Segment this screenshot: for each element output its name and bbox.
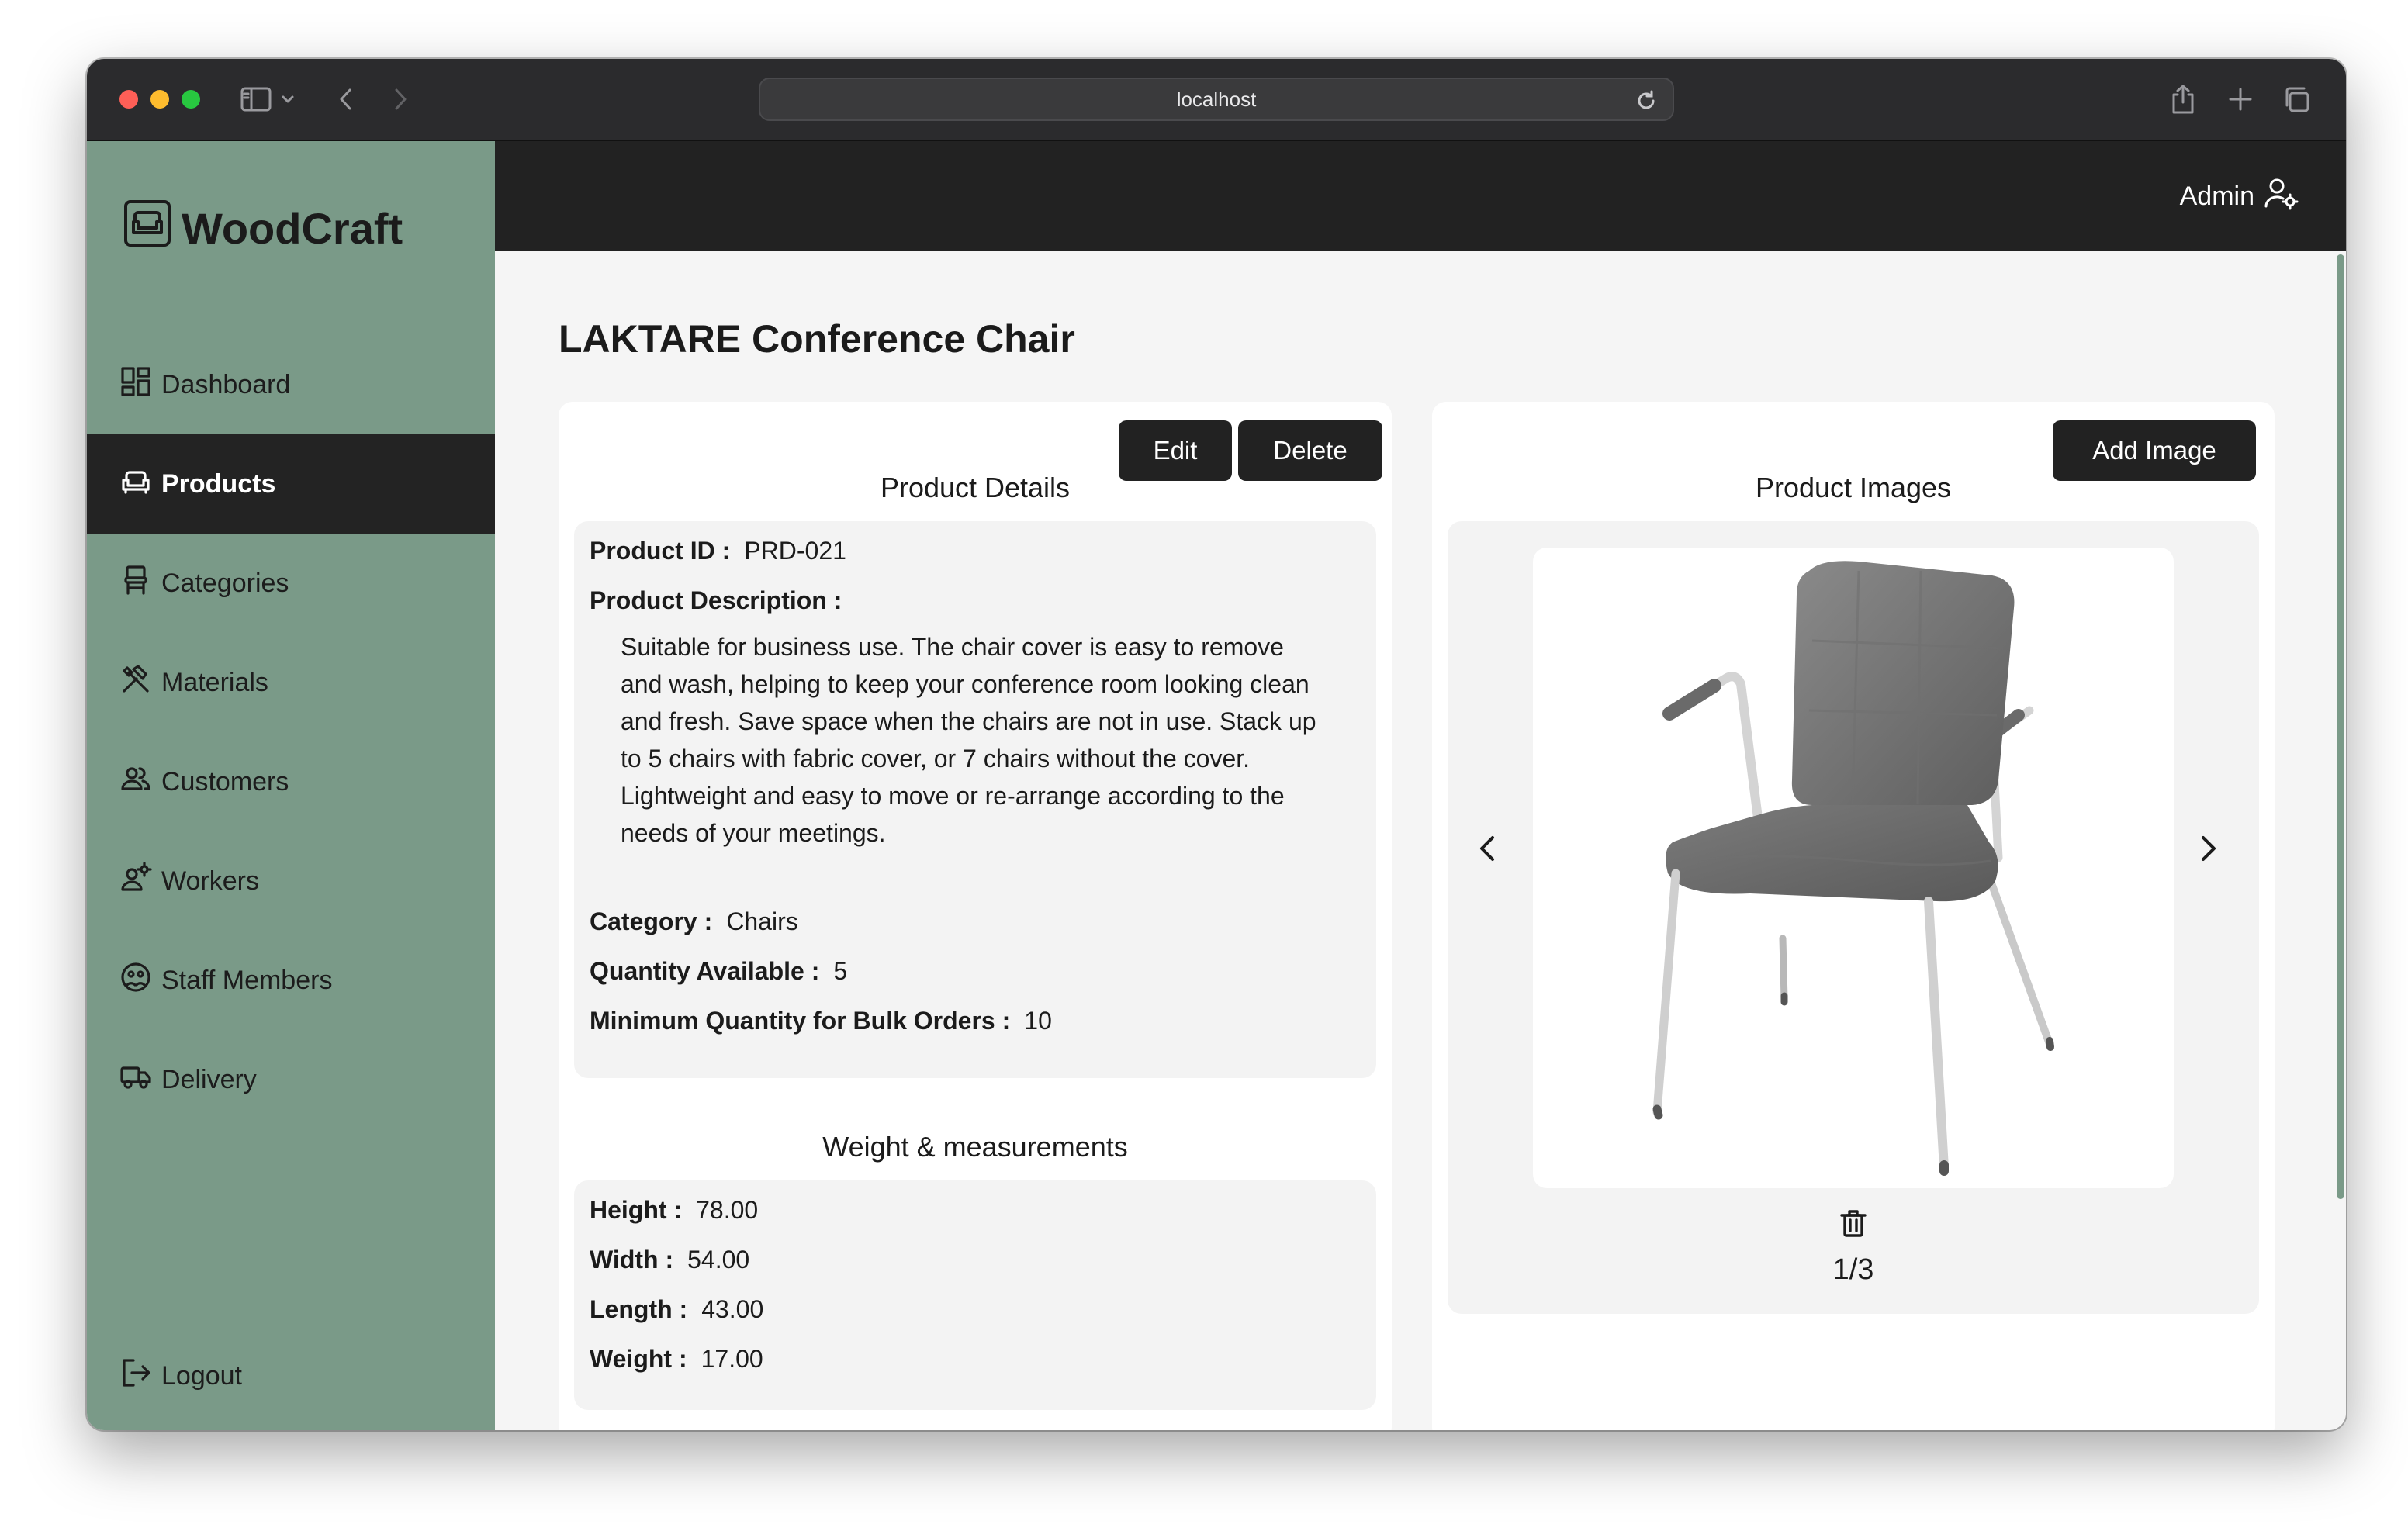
width-row: Width : 54.00: [590, 1246, 749, 1274]
url-text: localhost: [1176, 87, 1257, 111]
sidebar-item-delivery[interactable]: Delivery: [87, 1030, 495, 1129]
sidebar-item-label: Staff Members: [161, 965, 333, 995]
sidebar-toggle-icon[interactable]: [237, 81, 275, 118]
product-description-label: Product Description :: [590, 586, 842, 614]
logout-button[interactable]: Logout: [119, 1356, 242, 1396]
sidebar-item-customers[interactable]: Customers: [87, 732, 495, 831]
height-label: Height :: [590, 1196, 683, 1224]
admin-label: Admin: [2179, 181, 2254, 211]
length-value: 43.00: [701, 1295, 764, 1323]
address-bar[interactable]: localhost: [759, 78, 1674, 121]
tools-icon: [119, 663, 152, 703]
sofa-logo-icon: [123, 199, 172, 258]
sidebar-item-categories[interactable]: Categories: [87, 534, 495, 633]
sidebar: WoodCraft Dashboard Products Categories: [87, 141, 495, 1430]
product-images-title: Product Images: [1755, 472, 1952, 503]
chevron-down-icon[interactable]: [276, 81, 299, 118]
product-description-text: Suitable for business use. The chair cov…: [621, 633, 1316, 847]
browser-toolbar: localhost: [87, 59, 2346, 141]
product-details-panel: Product ID : PRD-021 Product Description …: [574, 521, 1376, 1078]
brand-name: WoodCraft: [182, 204, 403, 253]
delete-image-button[interactable]: [1834, 1204, 1873, 1242]
product-description-row: Product Description :: [590, 586, 842, 615]
image-carousel: 1/3: [1448, 521, 2259, 1314]
dashboard-icon: [119, 365, 152, 405]
tab-overview-icon[interactable]: [2278, 81, 2315, 118]
main-content: LAKTARE Conference Chair Edit Delete Pro…: [495, 251, 2346, 1430]
page-title: LAKTARE Conference Chair: [559, 317, 1075, 361]
truck-icon: [119, 1060, 152, 1100]
logout-icon: [119, 1356, 152, 1396]
product-details-card: Edit Delete Product Details Product ID :…: [559, 402, 1392, 1430]
brand-logo[interactable]: WoodCraft: [123, 199, 403, 258]
share-icon[interactable]: [2164, 81, 2202, 118]
sidebar-item-dashboard[interactable]: Dashboard: [87, 335, 495, 434]
measurements-panel: Height : 78.00 Width : 54.00 Length : 43.00…: [574, 1180, 1376, 1410]
category-label: Category :: [590, 907, 713, 935]
length-row: Length : 43.00: [590, 1295, 763, 1324]
sidebar-item-label: Categories: [161, 568, 289, 598]
width-value: 54.00: [687, 1246, 750, 1274]
forward-arrow-icon[interactable]: [382, 81, 419, 118]
category-row: Category : Chairs: [590, 907, 798, 936]
vertical-scrollbar[interactable]: [2337, 254, 2344, 1199]
image-counter: 1/3: [1832, 1253, 1874, 1286]
weight-label: Weight :: [590, 1345, 687, 1373]
trash-icon: [1840, 1210, 1867, 1237]
weight-value: 17.00: [701, 1345, 763, 1373]
users-icon: [119, 762, 152, 802]
product-images-card: Add Image Product Images 1/3: [1432, 402, 2275, 1430]
min-bulk-value: 10: [1024, 1007, 1052, 1035]
width-label: Width :: [590, 1246, 674, 1274]
sidebar-item-label: Products: [161, 468, 276, 499]
sidebar-item-workers[interactable]: Workers: [87, 831, 495, 931]
measurements-title: Weight & measurements: [822, 1131, 1128, 1163]
admin-menu[interactable]: Admin: [2180, 175, 2299, 218]
next-image-button[interactable]: [2185, 825, 2231, 872]
product-id-label: Product ID :: [590, 537, 731, 565]
logout-label: Logout: [161, 1361, 242, 1391]
sidebar-item-products[interactable]: Products: [87, 434, 495, 534]
back-arrow-icon[interactable]: [327, 81, 365, 118]
chevron-right-icon: [2202, 836, 2216, 861]
quantity-value: 5: [833, 957, 848, 985]
chair-illustration: [1652, 561, 2054, 1176]
sidebar-item-label: Dashboard: [161, 369, 291, 399]
maximize-window-button[interactable]: [182, 90, 200, 109]
close-window-button[interactable]: [119, 90, 138, 109]
min-bulk-label: Minimum Quantity for Bulk Orders :: [590, 1007, 1011, 1035]
staff-icon: [119, 961, 152, 1001]
sidebar-item-label: Materials: [161, 667, 268, 697]
new-tab-icon[interactable]: [2222, 81, 2259, 118]
sidebar-item-materials[interactable]: Materials: [87, 633, 495, 732]
product-details-title: Product Details: [880, 472, 1071, 503]
height-value: 78.00: [696, 1196, 759, 1224]
worker-icon: [119, 861, 152, 901]
category-value: Chairs: [726, 907, 798, 935]
user-settings-icon: [2264, 175, 2299, 218]
sidebar-item-label: Delivery: [161, 1064, 257, 1094]
prev-image-button[interactable]: [1465, 825, 1511, 872]
quantity-label: Quantity Available :: [590, 957, 820, 985]
product-id-value: PRD-021: [744, 537, 846, 565]
browser-window: localhost WoodCraft Dashboard Products C…: [87, 59, 2346, 1430]
chair-icon: [119, 564, 152, 603]
min-bulk-row: Minimum Quantity for Bulk Orders : 10: [590, 1007, 1052, 1035]
length-label: Length :: [590, 1295, 688, 1323]
top-bar: Admin: [495, 141, 2346, 251]
quantity-row: Quantity Available : 5: [590, 957, 847, 986]
sidebar-item-label: Workers: [161, 866, 259, 896]
sidebar-nav: Dashboard Products Categories Materials: [87, 335, 495, 1129]
reload-icon[interactable]: [1631, 85, 1662, 116]
sofa-icon: [119, 465, 152, 504]
product-id-row: Product ID : PRD-021: [590, 537, 846, 565]
height-row: Height : 78.00: [590, 1196, 758, 1225]
sidebar-item-staff-members[interactable]: Staff Members: [87, 931, 495, 1030]
chevron-left-icon: [1480, 836, 1494, 861]
sidebar-item-label: Customers: [161, 766, 289, 797]
weight-row: Weight : 17.00: [590, 1345, 763, 1374]
minimize-window-button[interactable]: [150, 90, 169, 109]
product-image: [1533, 548, 2174, 1188]
